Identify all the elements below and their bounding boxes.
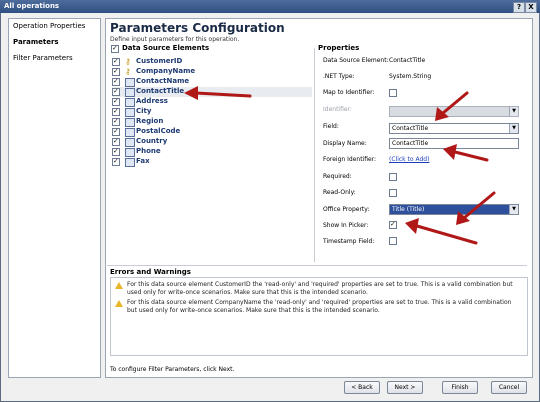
annotation-arrow: [184, 86, 252, 100]
annotation-arrow: [443, 144, 489, 162]
annotation-arrows: [184, 86, 496, 245]
annotation-arrow: [456, 191, 496, 225]
annotation-arrow: [435, 91, 469, 121]
